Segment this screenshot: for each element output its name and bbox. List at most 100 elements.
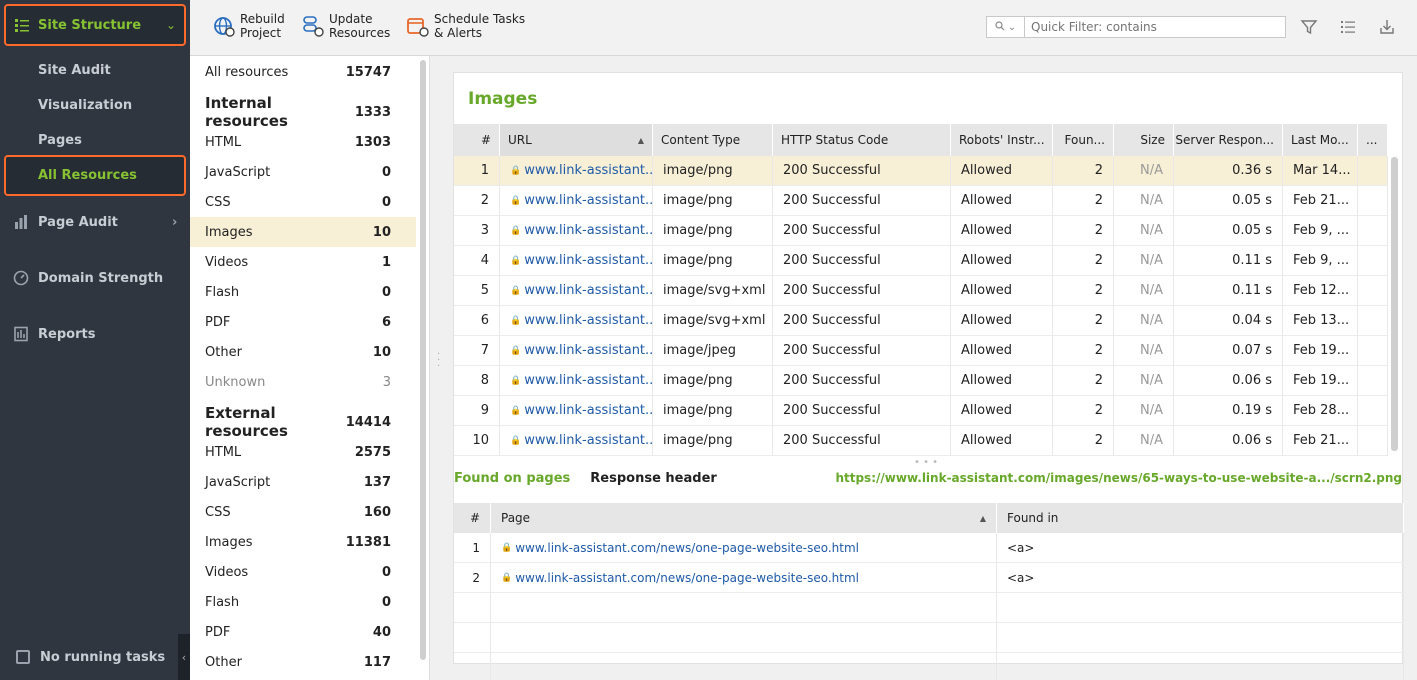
row-url[interactable]: 🔒 www.link-assistant....: [500, 246, 653, 276]
column-header-robots[interactable]: Robots' Instr...: [951, 124, 1053, 156]
sidebar-item-domain-strength[interactable]: Domain Strength: [12, 269, 163, 287]
resource-label: External resources: [205, 404, 288, 440]
sidebar-item-label: All Resources: [38, 168, 137, 183]
row-url[interactable]: 🔒 www.link-assistant....: [500, 336, 653, 366]
column-header-index[interactable]: #: [454, 124, 500, 156]
sidebar-item-site-audit[interactable]: Site Audit: [38, 63, 111, 78]
resource-internal-javascript[interactable]: JavaScript 0: [190, 157, 416, 187]
tab-found-on-pages[interactable]: Found on pages: [454, 471, 570, 491]
row-url[interactable]: 🔒 www.link-assistant....: [500, 426, 653, 456]
column-header-index[interactable]: #: [454, 503, 491, 533]
row-url-text: www.link-assistant....: [524, 253, 653, 268]
row-url[interactable]: 🔒 www.link-assistant....: [500, 186, 653, 216]
column-header-page[interactable]: Page ▲: [491, 503, 997, 533]
row-url[interactable]: 🔒 www.link-assistant....: [500, 396, 653, 426]
column-header-more[interactable]: ...: [1358, 124, 1388, 156]
column-header-found-in[interactable]: Found in: [997, 503, 1404, 533]
row-url-text: www.link-assistant....: [524, 223, 653, 238]
lock-icon: 🔒: [510, 285, 522, 296]
resource-external-html[interactable]: HTML 2575: [190, 437, 416, 467]
row-robots: Allowed: [951, 216, 1053, 246]
row-size: N/A: [1114, 426, 1174, 456]
row-url[interactable]: 🔒 www.link-assistant....: [500, 366, 653, 396]
row-page[interactable]: 🔒 www.link-assistant.com/news/one-page-we…: [491, 533, 997, 563]
update-resources-button[interactable]: Update Resources: [301, 12, 390, 40]
resource-internal-header[interactable]: Internal resources 1333: [190, 94, 416, 130]
column-header-server-response[interactable]: Server Respon...: [1174, 124, 1283, 156]
resource-internal-flash[interactable]: Flash 0: [190, 277, 416, 307]
row-content-type: image/png: [653, 216, 773, 246]
horizontal-splitter[interactable]: • • •: [914, 457, 938, 468]
column-header-size[interactable]: Size: [1114, 124, 1174, 156]
column-header-last-modified[interactable]: Last Mo...: [1283, 124, 1358, 156]
panel-splitter[interactable]: · · ·: [437, 350, 440, 372]
tab-response-header[interactable]: Response header: [590, 471, 717, 491]
resource-external-javascript[interactable]: JavaScript 137: [190, 467, 416, 497]
row-page[interactable]: 🔒 www.link-assistant.com/news/one-page-we…: [491, 563, 997, 593]
resource-external-header[interactable]: External resources 14414: [190, 404, 416, 440]
resource-external-flash[interactable]: Flash 0: [190, 587, 416, 617]
images-table-scrollbar[interactable]: [1391, 157, 1398, 451]
resource-external-other[interactable]: Other 117: [190, 647, 416, 677]
row-http-status: 200 Successful: [773, 306, 951, 336]
row-found-in: [997, 653, 1404, 680]
row-page: [491, 593, 997, 623]
lock-icon: 🔒: [510, 225, 522, 236]
column-header-http-status[interactable]: HTTP Status Code: [773, 124, 951, 156]
row-url[interactable]: 🔒 www.link-assistant....: [500, 216, 653, 246]
column-header-url[interactable]: URL ▲: [500, 124, 653, 156]
resource-internal-videos[interactable]: Videos 1: [190, 247, 416, 277]
filter-mode-select[interactable]: ⌄: [987, 17, 1025, 37]
site-structure-section[interactable]: Site Structure ⌄: [4, 4, 186, 46]
quick-filter: ⌄: [986, 16, 1286, 38]
update-icon: [301, 14, 325, 38]
row-robots: Allowed: [951, 306, 1053, 336]
collapse-sidebar-button[interactable]: ‹: [178, 634, 190, 680]
resource-count: 117: [363, 654, 391, 670]
row-index: 5: [454, 276, 500, 306]
row-index: 9: [454, 396, 500, 426]
row-content-type: image/png: [653, 246, 773, 276]
resource-label: CSS: [205, 504, 231, 520]
row-last-modified: Feb 21...: [1283, 426, 1358, 456]
resource-external-css[interactable]: CSS 160: [190, 497, 416, 527]
columns-icon[interactable]: [1337, 16, 1359, 38]
resource-count: 1: [381, 254, 391, 270]
sidebar-item-reports[interactable]: Reports: [12, 325, 95, 343]
calendar-clock-icon: [406, 14, 430, 38]
row-url[interactable]: 🔒 www.link-assistant....: [500, 276, 653, 306]
resource-all[interactable]: All resources 15747: [190, 57, 416, 87]
resource-internal-css[interactable]: CSS 0: [190, 187, 416, 217]
row-content-type: image/png: [653, 156, 773, 186]
resource-list-scrollbar[interactable]: [420, 60, 426, 660]
resource-internal-images[interactable]: Images 10: [190, 217, 416, 247]
resource-external-pdf[interactable]: PDF 40: [190, 617, 416, 647]
running-tasks-status[interactable]: No running tasks: [0, 634, 190, 680]
export-icon[interactable]: [1376, 16, 1398, 38]
sidebar-item-pages[interactable]: Pages: [38, 133, 82, 148]
resource-internal-unknown[interactable]: Unknown 3: [190, 367, 416, 397]
sidebar-item-page-audit[interactable]: Page Audit ›: [12, 213, 177, 231]
lock-icon: 🔒: [510, 345, 522, 356]
row-last-modified: Feb 19...: [1283, 366, 1358, 396]
resource-internal-pdf[interactable]: PDF 6: [190, 307, 416, 337]
row-url[interactable]: 🔒 www.link-assistant....: [500, 156, 653, 186]
rebuild-project-button[interactable]: Rebuild Project: [212, 12, 285, 40]
row-robots: Allowed: [951, 186, 1053, 216]
sidebar-item-all-resources[interactable]: All Resources: [4, 155, 186, 196]
quick-filter-input[interactable]: [1025, 20, 1275, 34]
filter-icon[interactable]: [1298, 16, 1320, 38]
resource-internal-other[interactable]: Other 10: [190, 337, 416, 367]
resource-internal-html[interactable]: HTML 1303: [190, 127, 416, 157]
resource-external-images[interactable]: Images 11381: [190, 527, 416, 557]
lock-icon: 🔒: [501, 542, 513, 553]
schedule-tasks-button[interactable]: Schedule Tasks & Alerts: [406, 12, 525, 40]
row-url[interactable]: 🔒 www.link-assistant....: [500, 306, 653, 336]
resource-label: Images: [205, 224, 253, 240]
column-header-found[interactable]: Foun...: [1053, 124, 1114, 156]
row-size: N/A: [1114, 306, 1174, 336]
resource-external-videos[interactable]: Videos 0: [190, 557, 416, 587]
column-header-content-type[interactable]: Content Type: [653, 124, 773, 156]
row-http-status: 200 Successful: [773, 366, 951, 396]
sidebar-item-visualization[interactable]: Visualization: [38, 98, 132, 113]
